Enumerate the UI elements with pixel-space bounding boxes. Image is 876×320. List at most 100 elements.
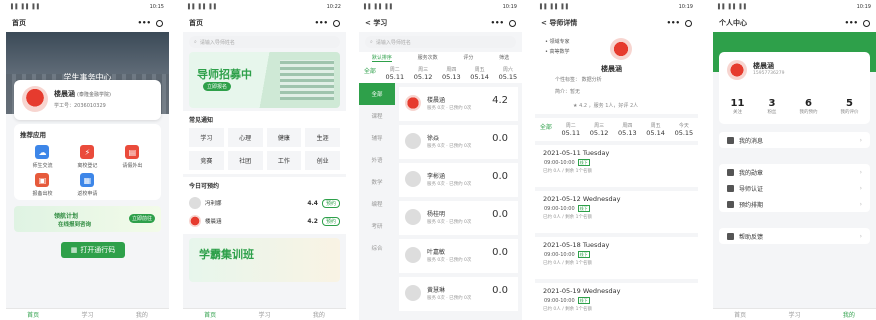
book-button[interactable]: 预约 — [321, 198, 340, 208]
open-pass-code-button[interactable]: ▦ 打开通行码 — [61, 242, 125, 258]
list-item[interactable]: 楼晨涵 4.2 预约 — [189, 212, 340, 230]
menu-item-feedback[interactable]: 帮助反馈 › — [719, 228, 870, 244]
menu-item-messages[interactable]: 我的消息 › — [719, 132, 870, 148]
app-leave-request[interactable]: ▤ 请假外出 — [110, 145, 155, 169]
category-item[interactable]: 健康 — [266, 128, 302, 147]
menu-item-medals[interactable]: 我的勋章 › — [719, 164, 870, 180]
tab-mine[interactable]: 我的 — [313, 310, 325, 319]
tab-mine[interactable]: 我的 — [136, 310, 148, 319]
app-return-request[interactable]: ▦ 返校申请 — [65, 173, 110, 197]
tab-sort-rating[interactable]: 评分 — [463, 54, 473, 62]
list-item[interactable]: 冯利娜 4.4 预约 — [189, 194, 340, 212]
date-item[interactable]: 周五 05.14 — [646, 122, 665, 137]
date-item[interactable]: 周四 05.13 — [618, 122, 637, 137]
phone-study-list: ▌▌▐ ▌▐ ▌ 10:19 < 学习 ••• ⌕ 请输入导师姓名 默认排序 服务次数… — [359, 0, 522, 320]
category-sidebar: 全部 课程 辅导 外语 数学 编程 考研 综合 — [359, 83, 395, 315]
sidebar-item[interactable]: 全部 — [359, 83, 395, 105]
more-icon[interactable]: ••• — [667, 19, 680, 27]
more-icon[interactable]: ••• — [138, 19, 151, 27]
schedule-day[interactable]: 2021-05-18 Tuesday 09:00-10:00 线下 已约 0人 / 剩… — [535, 237, 698, 279]
nav-bar: < 导师详情 ••• — [535, 14, 698, 32]
date-item[interactable]: 今天 05.15 — [675, 122, 694, 137]
category-item[interactable]: 工作 — [266, 151, 302, 170]
profile-card[interactable]: 楼晨涵 (泰隆金融学院) 学工号：2036010329 — [14, 80, 161, 120]
recruit-banner[interactable]: 导师招募中 立即报名 — [189, 52, 340, 108]
date-all[interactable]: 全部 — [540, 122, 552, 137]
back-icon[interactable]: < — [541, 19, 547, 27]
date-item[interactable]: 周四 05.13 — [442, 66, 461, 81]
schedule-day[interactable]: 2021-05-19 Wednesday 09:00-10:00 线下 已约 0人 /… — [535, 283, 698, 320]
page-title: 个人中心 — [719, 19, 747, 27]
category-item[interactable]: 学习 — [189, 128, 224, 147]
app-chat[interactable]: ☁ 师生交流 — [20, 145, 65, 169]
capsule-icon[interactable] — [333, 19, 340, 27]
study-camp-banner[interactable]: 学霸集训班 — [189, 238, 340, 282]
banner-join-button[interactable]: 立即前往 — [128, 214, 155, 223]
list-item[interactable]: 叶嘉敏 服务 0次 · 已预约 0次 0.0 — [399, 239, 518, 273]
tab-home[interactable]: 首页 — [27, 310, 39, 319]
capsule-icon[interactable] — [156, 19, 163, 27]
app-leave-register[interactable]: ⚡ 离校登记 — [65, 145, 110, 169]
category-item[interactable]: 心理 — [227, 128, 263, 147]
tab-sort-default[interactable]: 默认排序 — [371, 54, 392, 62]
date-item[interactable]: 周二 05.11 — [386, 66, 405, 81]
schedule-day[interactable]: 2021-05-12 Wednesday 09:00-10:00 线下 已约 0人 /… — [535, 191, 698, 233]
sidebar-item[interactable]: 外语 — [359, 149, 395, 171]
category-item[interactable]: 竞赛 — [189, 151, 224, 170]
category-item[interactable]: 创业 — [305, 151, 340, 170]
profile-stats: 11 关注 3 粉丝 6 我的预约 5 我的评价 — [719, 98, 870, 115]
book-button[interactable]: 预约 — [321, 216, 340, 226]
capsule-icon[interactable] — [685, 19, 692, 27]
sidebar-item[interactable]: 辅导 — [359, 127, 395, 149]
list-item[interactable]: 杨桂明 服务 0次 · 已预约 0次 0.0 — [399, 201, 518, 235]
date-item[interactable]: 周二 05.11 — [562, 122, 581, 137]
schedule-day[interactable]: 2021-05-11 Tuesday 09:00-10:00 线下 已约 0人 / 剩… — [535, 145, 698, 187]
sidebar-item[interactable]: 数学 — [359, 171, 395, 193]
app-exit-report[interactable]: ▣ 报备出校 — [20, 173, 65, 197]
stat-reviews[interactable]: 5 我的评价 — [840, 98, 858, 115]
sidebar-item[interactable]: 编程 — [359, 193, 395, 215]
date-item[interactable]: 周五 05.14 — [470, 66, 489, 81]
stat-fans[interactable]: 3 粉丝 — [767, 98, 776, 115]
category-item[interactable]: 生涯 — [305, 128, 340, 147]
tab-home[interactable]: 首页 — [204, 310, 216, 319]
tutor-rating: ★ 4.2 ，服务 1人，好评 2人 — [573, 103, 639, 109]
tab-sort-count[interactable]: 服务次数 — [418, 54, 438, 62]
date-item[interactable]: 周三 05.12 — [414, 66, 433, 81]
list-item[interactable]: 李彬涵 服务 0次 · 已预约 0次 0.0 — [399, 163, 518, 197]
menu-item-tutor-cert[interactable]: 导师认证 › — [719, 180, 870, 196]
tab-home[interactable]: 首页 — [734, 310, 746, 319]
promo-banner[interactable]: 领航计划 在线报到咨询 立即前往 — [14, 206, 161, 232]
list-item[interactable]: 黄慧琳 服务 0次 · 已预约 0次 0.0 — [399, 277, 518, 311]
search-input[interactable]: ⌕ 请输入导师姓名 — [189, 36, 340, 48]
category-item[interactable]: 社团 — [227, 151, 263, 170]
sidebar-item[interactable]: 考研 — [359, 215, 395, 237]
recruit-signup-button[interactable]: 立即报名 — [203, 82, 232, 91]
date-picker: 全部 周二 05.11 周三 05.12 周四 05.13 周五 05.14 今天 05.… — [535, 118, 698, 141]
capsule-icon[interactable] — [509, 19, 516, 27]
capsule-icon[interactable] — [863, 19, 870, 27]
date-item[interactable]: 周三 05.12 — [590, 122, 609, 137]
menu-item-schedule[interactable]: 预约排期 › — [719, 196, 870, 212]
avatar — [610, 38, 632, 60]
tab-study[interactable]: 学习 — [81, 310, 93, 319]
sidebar-item[interactable]: 课程 — [359, 105, 395, 127]
list-item[interactable]: 徐焱 服务 0次 · 已预约 0次 0.0 — [399, 125, 518, 159]
tag-label: • 高等数学 — [545, 49, 570, 55]
back-icon[interactable]: < — [365, 19, 371, 27]
tab-study[interactable]: 学习 — [788, 310, 800, 319]
sidebar-item[interactable]: 综合 — [359, 237, 395, 259]
more-icon[interactable]: ••• — [491, 19, 504, 27]
stat-bookings[interactable]: 6 我的预约 — [799, 98, 817, 115]
date-all[interactable]: 全部 — [364, 66, 376, 81]
stat-follow[interactable]: 11 关注 — [731, 98, 745, 115]
list-item[interactable]: 楼晨涵 服务 0次 · 已预约 0次 4.2 — [399, 87, 518, 121]
date-item[interactable]: 周六 05.15 — [499, 66, 518, 81]
tab-filter[interactable]: 筛选 — [499, 54, 509, 62]
search-input[interactable]: ⌕ 请输入导师姓名 — [365, 36, 516, 48]
more-icon[interactable]: ••• — [315, 19, 328, 27]
tab-study[interactable]: 学习 — [258, 310, 270, 319]
recommended-apps: 推荐应用 ☁ 师生交流 ⚡ 离校登记 ▤ 请假外出 ▣ 报备出校 ▦ 返校申请 — [14, 124, 161, 200]
more-icon[interactable]: ••• — [845, 19, 858, 27]
tab-mine[interactable]: 我的 — [843, 310, 855, 319]
